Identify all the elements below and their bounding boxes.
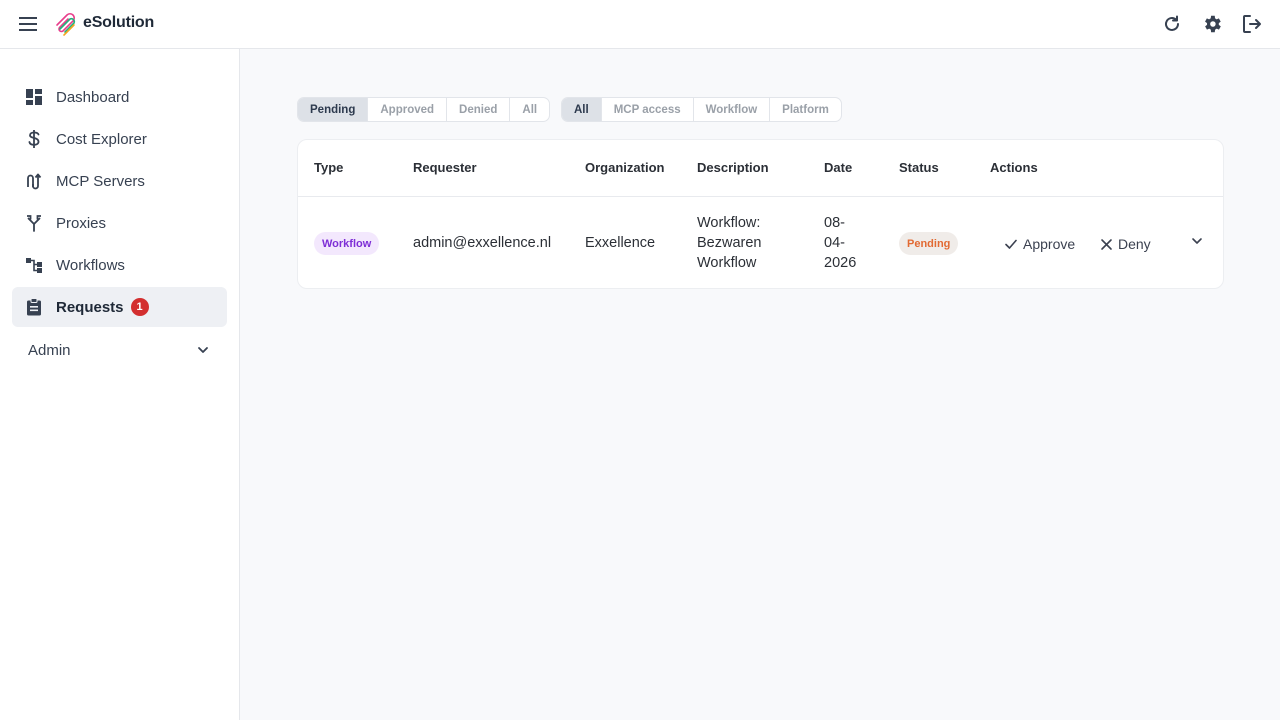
sidebar-item-label: Workflows <box>56 256 125 274</box>
clipboard-icon <box>24 297 44 317</box>
sidebar-item-dashboard[interactable]: Dashboard <box>12 77 227 117</box>
expand-row-chevron-icon[interactable] <box>1189 233 1205 249</box>
sidebar-item-requests[interactable]: Requests 1 <box>12 287 227 327</box>
fork-icon <box>24 213 44 233</box>
filter-status-denied[interactable]: Denied <box>447 98 511 121</box>
description-cell: Workflow: Bezwaren Workflow <box>697 213 761 273</box>
refresh-icon[interactable] <box>1160 12 1184 36</box>
requests-table: Type Requester Organization Description … <box>297 139 1224 289</box>
column-header-type: Type <box>314 160 344 175</box>
type-badge: Workflow <box>314 232 380 255</box>
status-filter: Pending Approved Denied All <box>297 97 551 122</box>
requester-cell: admin@exxellence.nl <box>413 235 552 251</box>
description-line: Workflow <box>697 255 757 271</box>
gear-icon[interactable] <box>1200 12 1224 36</box>
sidebar-item-label: Proxies <box>56 214 107 232</box>
dashboard-icon <box>24 87 44 107</box>
logout-icon[interactable] <box>1240 12 1264 36</box>
sidebar-item-cost-explorer[interactable]: Cost Explorer <box>12 119 227 159</box>
dollar-icon <box>24 129 44 149</box>
approve-button[interactable]: Approve <box>1004 234 1075 254</box>
check-icon <box>1005 239 1017 249</box>
column-header-description: Description <box>697 160 769 175</box>
sidebar: Dashboard Cost Explorer MCP Servers Prox… <box>0 49 240 720</box>
sidebar-item-mcp-servers[interactable]: MCP Servers <box>12 161 227 201</box>
workflow-icon <box>24 255 44 275</box>
deny-button[interactable]: Deny <box>1100 234 1151 254</box>
admin-label: Admin <box>28 341 71 359</box>
deny-label: Deny <box>1118 236 1151 252</box>
filter-type-all[interactable]: All <box>562 98 602 121</box>
sidebar-item-label: Requests <box>56 298 124 316</box>
column-header-status: Status <box>899 160 939 175</box>
date-cell: 08- 04- 2026 <box>824 213 856 273</box>
sidebar-item-proxies[interactable]: Proxies <box>12 203 227 243</box>
logo-icon <box>54 11 78 37</box>
sidebar-item-label: Dashboard <box>56 88 130 106</box>
sidebar-item-label: MCP Servers <box>56 172 145 190</box>
description-line: Workflow: <box>697 215 761 231</box>
filter-type-platform[interactable]: Platform <box>770 98 841 121</box>
date-line: 08- <box>824 215 845 231</box>
column-header-actions: Actions <box>990 160 1038 175</box>
column-header-organization: Organization <box>585 160 665 175</box>
requests-count-badge: 1 <box>130 298 149 316</box>
app-brand: eSolution <box>83 14 155 31</box>
sidebar-admin-group[interactable]: Admin <box>12 330 227 370</box>
type-filter: All MCP access Workflow Platform <box>561 97 842 122</box>
date-line: 2026 <box>824 255 857 271</box>
column-header-date: Date <box>824 160 853 175</box>
description-line: Bezwaren <box>697 235 762 251</box>
approve-label: Approve <box>1023 236 1076 252</box>
date-line: 04- <box>824 235 845 251</box>
chevron-down-icon <box>195 342 211 358</box>
filter-status-pending[interactable]: Pending <box>298 98 369 121</box>
filter-status-approved[interactable]: Approved <box>368 98 448 121</box>
sidebar-item-workflows[interactable]: Workflows <box>12 245 227 285</box>
filter-type-workflow[interactable]: Workflow <box>694 98 771 121</box>
top-bar: eSolution <box>0 0 1280 49</box>
close-icon <box>1101 238 1112 250</box>
filter-type-mcp-access[interactable]: MCP access <box>602 98 694 121</box>
filter-status-all[interactable]: All <box>510 98 549 121</box>
status-badge: Pending <box>899 232 959 255</box>
sidebar-item-label: Cost Explorer <box>56 130 147 148</box>
menu-icon[interactable] <box>16 12 40 36</box>
table-row: Workflow admin@exxellence.nl Exxellence … <box>298 197 1223 289</box>
column-header-requester: Requester <box>413 160 477 175</box>
table-header: Type Requester Organization Description … <box>298 140 1223 197</box>
organization-cell: Exxellence <box>585 235 656 251</box>
mcp-icon <box>24 171 44 191</box>
